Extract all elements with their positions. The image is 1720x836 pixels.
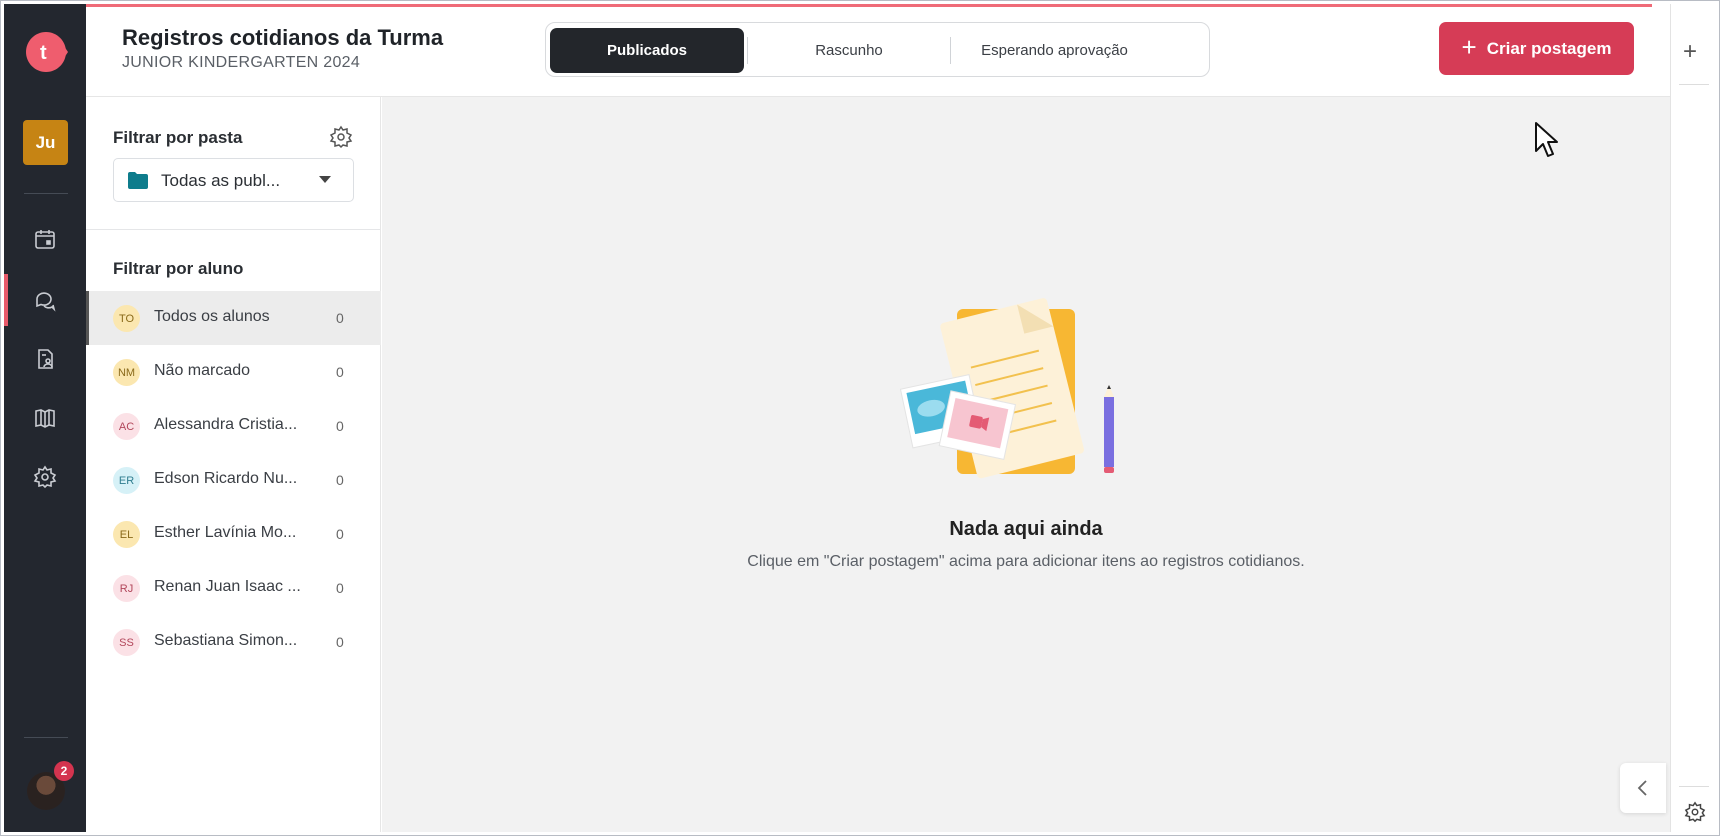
mouse-cursor-icon: [1535, 122, 1558, 157]
folder-select[interactable]: Todas as publ...: [113, 158, 354, 202]
student-row[interactable]: RJ Renan Juan Isaac ... 0: [86, 561, 381, 615]
create-post-label: Criar postagem: [1486, 38, 1612, 58]
folder-icon: [128, 172, 148, 189]
rail-divider-bottom: [24, 737, 68, 738]
empty-state-title: Nada aqui ainda: [949, 518, 1103, 540]
logo-icon[interactable]: t: [24, 30, 68, 74]
left-rail: t Ju 2: [4, 4, 86, 832]
tab-separator: [950, 37, 951, 64]
student-name: Edson Ricardo Nu...: [154, 470, 298, 487]
student-initials: EL: [113, 521, 140, 548]
plus-icon: +: [1461, 32, 1477, 62]
student-name: Não marcado: [154, 362, 251, 379]
chevron-down-icon: [319, 176, 331, 183]
main-content: Nada aqui ainda Clique em "Criar postage…: [382, 97, 1670, 832]
tab-rascunho[interactable]: Rascunho: [749, 28, 949, 73]
folder-settings-icon[interactable]: [329, 125, 353, 149]
student-name: Esther Lavínia Mo...: [154, 524, 297, 541]
svg-text:t: t: [40, 42, 47, 64]
right-strip: +: [1670, 4, 1716, 832]
filter-divider: [86, 229, 381, 230]
student-initials: NM: [113, 359, 140, 386]
student-initials: TO: [113, 305, 140, 332]
student-list: TO Todos os alunos 0 NM Não marcado 0 AC…: [86, 291, 381, 669]
student-row[interactable]: SS Sebastiana Simon... 0: [86, 615, 381, 669]
strip-divider: [1679, 84, 1709, 85]
student-name: Renan Juan Isaac ...: [154, 578, 301, 595]
student-name: Todos os alunos: [154, 308, 270, 325]
document-user-icon[interactable]: [33, 347, 57, 371]
student-count: 0: [336, 310, 344, 326]
calendar-icon[interactable]: [33, 227, 57, 251]
gear-icon[interactable]: [33, 465, 57, 489]
rail-divider: [24, 193, 68, 194]
tab-publicados[interactable]: Publicados: [550, 28, 744, 73]
student-row[interactable]: ER Edson Ricardo Nu... 0: [86, 453, 381, 507]
student-name: Sebastiana Simon...: [154, 632, 298, 649]
empty-state-description: Clique em "Criar postagem" acima para ad…: [747, 553, 1305, 570]
tab-esperando-aprovacao[interactable]: Esperando aprovação: [952, 28, 1157, 73]
student-row[interactable]: TO Todos os alunos 0: [86, 291, 381, 345]
student-count: 0: [336, 472, 344, 488]
student-count: 0: [336, 634, 344, 650]
student-row[interactable]: EL Esther Lavínia Mo... 0: [86, 507, 381, 561]
settings-icon[interactable]: [1684, 801, 1706, 823]
filter-panel: Filtrar por pasta Todas as publ... Filtr…: [86, 97, 381, 832]
create-post-button[interactable]: + Criar postagem: [1439, 22, 1634, 75]
page-header: Registros cotidianos da Turma JUNIOR KIN…: [86, 7, 1670, 97]
student-initials: SS: [113, 629, 140, 656]
student-initials: AC: [113, 413, 140, 440]
page-title: Registros cotidianos da Turma: [122, 25, 444, 50]
add-icon[interactable]: +: [1683, 38, 1697, 66]
student-count: 0: [336, 526, 344, 542]
book-icon[interactable]: [33, 406, 57, 430]
folder-filter-label: Filtrar por pasta: [113, 128, 243, 147]
student-count: 0: [336, 580, 344, 596]
status-tabs: Publicados Rascunho Esperando aprovação: [545, 22, 1210, 77]
chat-icon[interactable]: [33, 288, 57, 312]
student-name: Alessandra Cristia...: [154, 416, 298, 433]
collapse-panel-button[interactable]: [1620, 763, 1666, 813]
tab-separator: [747, 37, 748, 64]
student-row[interactable]: AC Alessandra Cristia... 0: [86, 399, 381, 453]
student-count: 0: [336, 418, 344, 434]
folder-selected-value: Todas as publ...: [161, 171, 281, 190]
student-initials: RJ: [113, 575, 140, 602]
student-row[interactable]: NM Não marcado 0: [86, 345, 381, 399]
empty-state-illustration: [899, 298, 1114, 479]
notification-badge: 2: [54, 761, 74, 781]
student-count: 0: [336, 364, 344, 380]
strip-divider-bottom: [1679, 786, 1709, 787]
student-filter-label: Filtrar por aluno: [113, 259, 244, 278]
class-name: JUNIOR KINDERGARTEN 2024: [122, 54, 361, 71]
chevron-left-icon: [1637, 780, 1647, 796]
student-initials: ER: [113, 467, 140, 494]
class-avatar[interactable]: Ju: [23, 120, 68, 165]
active-indicator: [4, 274, 8, 326]
